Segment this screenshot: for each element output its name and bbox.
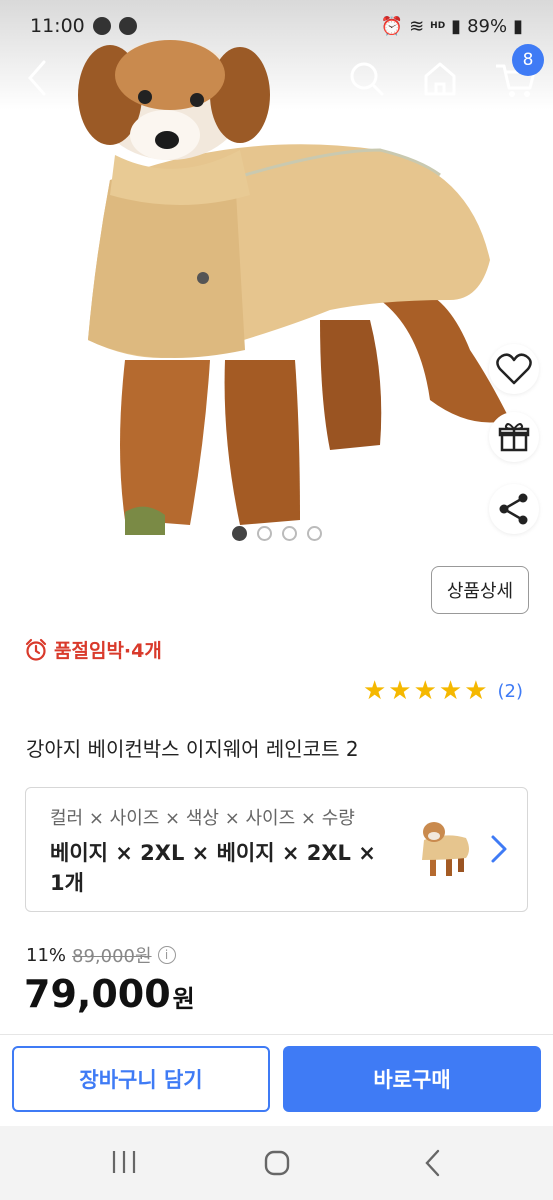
star-icon: ★: [413, 676, 437, 706]
alarm-icon: ⏰: [380, 15, 404, 37]
stock-text: 품절임박·4개: [54, 640, 162, 662]
chevron-right-icon: [491, 835, 507, 863]
wifi-icon: ≋: [409, 15, 425, 37]
hd-voice-label: HD: [430, 20, 446, 31]
info-icon[interactable]: i: [157, 946, 176, 964]
talk-icon: [118, 17, 137, 35]
carousel-dot[interactable]: [282, 526, 297, 541]
system-back-icon[interactable]: [420, 1148, 446, 1178]
wishlist-button[interactable]: [489, 344, 539, 394]
search-icon: [350, 62, 384, 96]
divider: [0, 1034, 553, 1035]
heart-icon: [496, 353, 532, 385]
share-icon: [499, 493, 528, 525]
system-navigation-bar: [0, 1126, 553, 1200]
sale-price: 79,000 원: [24, 972, 195, 1016]
option-value: 베이지 × 2XL × 베이지 × 2XL × 1개: [50, 841, 376, 895]
status-time: 11:00: [30, 15, 85, 37]
carousel-dot[interactable]: [307, 526, 322, 541]
product-title: 강아지 베이컨박스 이지웨어 레인코트 2: [26, 737, 359, 761]
rating-summary[interactable]: ★ ★ ★ ★ ★ (2): [363, 678, 523, 704]
alarm-clock-icon: [25, 638, 47, 661]
back-button[interactable]: [18, 56, 58, 96]
search-button[interactable]: [344, 56, 388, 100]
star-icon: ★: [388, 676, 412, 706]
carousel-dot[interactable]: [232, 526, 247, 541]
discount-row: 11% 89,000원 i: [26, 942, 176, 968]
battery-level: 89%: [467, 15, 508, 37]
top-navigation: 8: [0, 44, 553, 102]
discount-rate: 11%: [26, 944, 67, 966]
option-selector[interactable]: 컬러 × 사이즈 × 색상 × 사이즈 × 수량 베이지 × 2XL × 베이지…: [25, 787, 528, 912]
stock-warning: 품절임박·4개: [24, 636, 162, 663]
share-button[interactable]: [489, 484, 539, 534]
product-detail-button[interactable]: 상품상세: [431, 566, 529, 614]
cart-count-badge: 8: [512, 44, 544, 76]
home-button-icon[interactable]: [262, 1148, 292, 1178]
carousel-dot[interactable]: [257, 526, 272, 541]
original-price: 89,000원: [72, 946, 152, 967]
add-to-cart-button[interactable]: 장바구니 담기: [12, 1046, 270, 1112]
status-bar: 11:00 ⏰ ≋ HD ▮ 89% ▮: [0, 0, 553, 52]
gift-button[interactable]: [489, 412, 539, 462]
price-value: 79,000: [24, 972, 171, 1016]
star-icon: ★: [464, 676, 488, 706]
carousel-indicator: [232, 526, 322, 541]
gift-icon: [498, 423, 530, 452]
star-icon: ★: [362, 676, 387, 706]
recent-apps-icon[interactable]: [110, 1148, 138, 1176]
buy-now-button[interactable]: 바로구매: [283, 1046, 541, 1112]
battery-icon: ▮: [513, 15, 523, 37]
back-icon: [28, 60, 46, 96]
price-currency: 원: [172, 985, 195, 1013]
home-button[interactable]: [418, 56, 462, 100]
signal-icon: ▮: [451, 15, 462, 37]
message-icon: [92, 17, 111, 35]
option-label: 컬러 × 사이즈 × 색상 × 사이즈 × 수량: [50, 808, 355, 829]
option-thumbnail: [422, 822, 469, 876]
review-count[interactable]: (2): [498, 681, 524, 702]
home-icon: [424, 62, 456, 96]
star-icon: ★: [438, 676, 463, 706]
